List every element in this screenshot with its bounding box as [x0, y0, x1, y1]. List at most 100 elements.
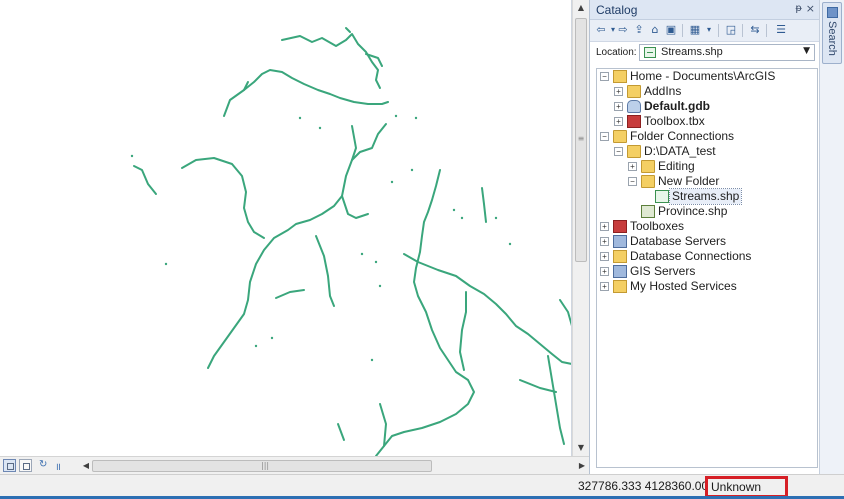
database-servers-icon: [613, 235, 627, 248]
location-value: Streams.shp: [661, 46, 723, 58]
expand-icon[interactable]: +: [600, 267, 609, 276]
polygon-shapefile-icon: [641, 205, 655, 218]
location-bar: Location: Streams.shp ▼: [590, 42, 820, 64]
folder-connections-icon: [613, 130, 627, 143]
tree-node-label: Province.shp: [658, 204, 728, 218]
stream-line: [459, 291, 467, 371]
tree-node-label: GIS Servers: [630, 264, 696, 278]
scroll-grip-icon: ≡: [577, 134, 585, 143]
expand-icon[interactable]: +: [614, 87, 623, 96]
hosted-services-icon: [613, 280, 627, 293]
pause-drawing-icon[interactable]: ॥: [55, 459, 61, 473]
tree-node-label: AddIns: [644, 84, 682, 98]
horizontal-scroll-thumb[interactable]: |||: [92, 460, 432, 472]
toggle-contents-icon[interactable]: ⇆: [748, 23, 762, 37]
streams-layer: [130, 27, 571, 456]
scroll-right-arrow-icon[interactable]: ▶: [576, 458, 588, 474]
expand-icon[interactable]: +: [628, 162, 637, 171]
stream-line: [351, 125, 357, 161]
toolbox-icon: [627, 115, 641, 128]
stream-line: [337, 423, 345, 441]
stream-line: [383, 169, 475, 447]
database-connections-icon: [613, 250, 627, 263]
refresh-icon[interactable]: ↻: [39, 459, 47, 470]
location-label: Location:: [596, 47, 637, 58]
toolbar-separator: [766, 24, 767, 37]
geodatabase-icon: [627, 100, 641, 113]
tree-node-label: Database Connections: [630, 249, 752, 263]
options-icon[interactable]: ☰: [774, 23, 788, 37]
location-combobox[interactable]: Streams.shp ▼: [639, 44, 815, 61]
close-icon[interactable]: ×: [806, 2, 815, 15]
expand-icon[interactable]: +: [600, 282, 609, 291]
search-tab[interactable]: Search: [822, 2, 842, 64]
catalog-title-bar[interactable]: Catalog ᵽ ×: [590, 0, 820, 20]
launch-arcmap-icon[interactable]: ◲: [724, 23, 738, 37]
tree-node-label: Home - Documents\ArcGIS: [630, 69, 776, 83]
auto-hide-pin-icon[interactable]: ᵽ: [795, 3, 802, 14]
expand-icon[interactable]: +: [614, 117, 623, 126]
scroll-down-arrow-icon[interactable]: ▼: [573, 440, 589, 456]
toolbar-separator: [742, 24, 743, 37]
folder-icon: [627, 145, 641, 158]
catalog-toolbar: ⇦ ▾ ⇨ ⇪ ⌂ ▣ ▦ ▾ ◲ ⇆ ☰: [590, 20, 820, 42]
search-tab-label: Search: [826, 21, 838, 56]
map-bottom-toolbar: ↻ ॥ ◀ ||| ▶: [0, 456, 589, 474]
collapse-icon[interactable]: −: [600, 132, 609, 141]
scroll-left-arrow-icon[interactable]: ◀: [80, 458, 92, 474]
collapse-icon[interactable]: −: [614, 147, 623, 156]
stream-line: [341, 195, 369, 219]
dropdown-arrow-icon[interactable]: ▼: [803, 46, 810, 56]
home-folder-icon[interactable]: ⌂: [648, 23, 662, 37]
stream-line: [345, 27, 351, 33]
tree-node-label: Toolbox.tbx: [644, 114, 705, 128]
data-view-button[interactable]: [3, 459, 16, 472]
stream-line: [223, 69, 389, 117]
right-dock-strip: Search: [819, 0, 844, 474]
expand-icon[interactable]: +: [600, 237, 609, 246]
layout-view-button[interactable]: [19, 459, 32, 472]
connect-folder-icon[interactable]: ▣: [664, 23, 678, 37]
expand-icon[interactable]: +: [600, 222, 609, 231]
map-view[interactable]: [0, 0, 572, 456]
stream-line: [275, 289, 305, 299]
expand-icon[interactable]: +: [600, 252, 609, 261]
collapse-icon[interactable]: −: [600, 72, 609, 81]
stream-line: [403, 253, 571, 365]
tree-node-label: My Hosted Services: [630, 279, 737, 293]
stream-line: [559, 299, 571, 327]
collapse-icon[interactable]: −: [628, 177, 637, 186]
map-vertical-scrollbar[interactable]: ▲ ≡ ▼: [572, 0, 589, 456]
tree-node-label: Editing: [658, 159, 695, 173]
scroll-up-arrow-icon[interactable]: ▲: [573, 0, 589, 16]
units-readout: Unknown Units: [705, 476, 788, 499]
stream-line: [315, 235, 335, 307]
folder-icon: [627, 85, 641, 98]
catalog-title: Catalog: [596, 3, 638, 17]
stream-line: [481, 187, 487, 223]
tree-node-label: Toolboxes: [630, 219, 685, 233]
map-horizontal-scrollbar[interactable]: ◀ ||| ▶: [80, 458, 585, 474]
views-icon[interactable]: ▦: [688, 23, 702, 37]
stream-line: [375, 403, 387, 456]
forward-arrow-icon[interactable]: ⇨: [616, 23, 630, 37]
coordinate-readout: 327786.333 4128360.003: [578, 479, 715, 493]
views-dropdown-icon[interactable]: ▾: [702, 23, 716, 37]
expand-icon[interactable]: +: [614, 102, 623, 111]
stream-line: [547, 355, 565, 445]
scroll-grip-icon: |||: [261, 461, 270, 470]
catalog-tree[interactable]: − Home - Documents\ArcGIS + AddIns + Def…: [596, 68, 818, 468]
tree-node-label: Folder Connections: [630, 129, 735, 143]
toolboxes-icon: [613, 220, 627, 233]
toolbar-separator: [718, 24, 719, 37]
up-one-level-icon[interactable]: ⇪: [632, 23, 646, 37]
tree-node-label: Database Servers: [630, 234, 727, 248]
stream-line: [181, 157, 265, 239]
folder-icon: [641, 160, 655, 173]
tree-node-label: Default.gdb: [644, 99, 710, 113]
toolbar-separator: [682, 24, 683, 37]
home-folder-icon: [613, 70, 627, 83]
tree-node-label: D:\DATA_test: [644, 144, 716, 158]
search-window-icon: [827, 7, 838, 18]
gis-servers-icon: [613, 265, 627, 278]
